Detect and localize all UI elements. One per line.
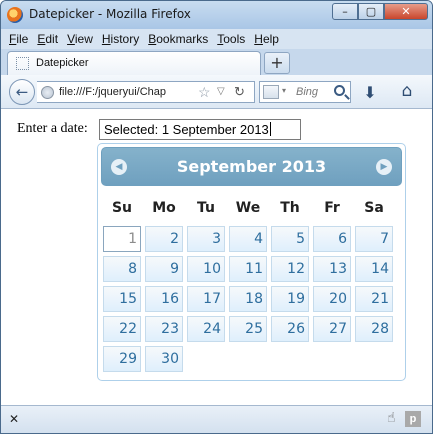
weekday-tu: Tu <box>197 200 215 216</box>
menu-edit[interactable]: Edit <box>37 29 58 49</box>
menu-view[interactable]: View <box>67 29 93 49</box>
home-icon[interactable]: ⌂ <box>397 81 417 101</box>
search-engine-dropdown-icon[interactable]: ▾ <box>282 86 286 95</box>
weekday-row: Su Mo Tu We Th Fr Sa <box>101 186 402 226</box>
calendar-day[interactable]: 8 <box>103 256 141 282</box>
maximize-button[interactable]: ▢ <box>358 3 384 20</box>
browser-window: Datepicker - Mozilla Firefox – ▢ ✕ File … <box>0 0 433 434</box>
datepicker-header: ◀ September 2013 ▶ <box>101 147 402 186</box>
calendar-day[interactable]: 5 <box>271 226 309 252</box>
calendar-day[interactable]: 20 <box>313 286 351 312</box>
search-input[interactable]: Bing <box>296 86 318 98</box>
close-button[interactable]: ✕ <box>384 3 428 20</box>
new-tab-button[interactable]: + <box>264 52 290 74</box>
calendar-day[interactable]: 26 <box>271 316 309 342</box>
weekday-sa: Sa <box>364 200 384 216</box>
search-engine-icon[interactable] <box>263 85 279 99</box>
reload-icon[interactable]: ↻ <box>234 84 245 100</box>
weekday-su: Su <box>111 200 133 216</box>
menu-tools[interactable]: Tools <box>217 29 245 49</box>
calendar-day[interactable]: 7 <box>355 226 393 252</box>
page-icon <box>16 57 29 70</box>
calendar-day[interactable]: 10 <box>187 256 225 282</box>
bookmark-star-icon[interactable]: ☆ <box>198 84 211 101</box>
navigation-bar: ← file:///F:/jqueryui/Chap ☆ ▽ ↻ ▾ Bing … <box>1 75 432 109</box>
calendar-day[interactable]: 17 <box>187 286 225 312</box>
back-button[interactable]: ← <box>9 79 35 105</box>
date-label: Enter a date: <box>17 121 88 136</box>
weekday-we: We <box>235 200 261 216</box>
download-icon[interactable]: ⬇ <box>361 83 379 102</box>
calendar-day[interactable]: 23 <box>145 316 183 342</box>
calendar-day[interactable]: 15 <box>103 286 141 312</box>
hand-pointer-icon: ☝ <box>387 410 396 426</box>
calendar-day[interactable]: 30 <box>145 346 183 372</box>
url-bar[interactable]: file:///F:/jqueryui/Chap ☆ ▽ ↻ <box>37 81 255 103</box>
menu-file[interactable]: File <box>9 29 28 49</box>
calendar-day[interactable]: 16 <box>145 286 183 312</box>
date-input[interactable]: Selected: 1 September 2013 <box>99 119 301 140</box>
calendar-day[interactable]: 24 <box>187 316 225 342</box>
weekday-th: Th <box>280 200 300 216</box>
menu-help[interactable]: Help <box>254 29 279 49</box>
globe-icon <box>41 86 54 99</box>
calendar-day[interactable]: 25 <box>229 316 267 342</box>
calendar-day[interactable]: 12 <box>271 256 309 282</box>
tab-datepicker[interactable]: Datepicker <box>7 51 261 75</box>
calendar-day[interactable]: 29 <box>103 346 141 372</box>
title-bar: Datepicker - Mozilla Firefox – ▢ ✕ <box>1 1 432 29</box>
url-dropdown-icon[interactable]: ▽ <box>217 86 225 97</box>
status-bar: ✕ ☝ p <box>1 405 432 433</box>
calendar-grid: 1 2 3 4 5 6 7 8 9 10 11 12 13 14 15 16 17 18 19 20 21 22 23 24 2… <box>101 226 402 376</box>
calendar-day[interactable]: 22 <box>103 316 141 342</box>
calendar-day[interactable]: 1 <box>103 226 141 252</box>
close-addon-bar-icon[interactable]: ✕ <box>9 412 19 426</box>
addon-icon[interactable]: p <box>405 411 421 427</box>
calendar-day[interactable]: 4 <box>229 226 267 252</box>
text-caret <box>269 122 271 136</box>
calendar-day[interactable]: 6 <box>313 226 351 252</box>
firefox-logo-icon <box>7 7 23 23</box>
calendar-day[interactable]: 9 <box>145 256 183 282</box>
tab-label: Datepicker <box>36 57 89 69</box>
minimize-button[interactable]: – <box>332 3 358 20</box>
url-text[interactable]: file:///F:/jqueryui/Chap <box>59 86 199 98</box>
calendar-day[interactable]: 19 <box>271 286 309 312</box>
page-content: Enter a date: Selected: 1 September 2013… <box>1 109 432 405</box>
calendar-day[interactable]: 2 <box>145 226 183 252</box>
menu-history[interactable]: History <box>102 29 139 49</box>
calendar-day[interactable]: 11 <box>229 256 267 282</box>
calendar-day[interactable]: 13 <box>313 256 351 282</box>
menu-bookmarks[interactable]: Bookmarks <box>148 29 208 49</box>
menu-bar: File Edit View History Bookmarks Tools H… <box>1 29 432 49</box>
calendar-day[interactable]: 27 <box>313 316 351 342</box>
datepicker-title: September 2013 <box>176 157 327 176</box>
calendar-day[interactable]: 14 <box>355 256 393 282</box>
calendar-day[interactable]: 28 <box>355 316 393 342</box>
search-icon[interactable] <box>334 85 345 96</box>
weekday-mo: Mo <box>152 200 176 216</box>
calendar-day[interactable]: 3 <box>187 226 225 252</box>
window-title: Datepicker - Mozilla Firefox <box>29 7 191 21</box>
datepicker-popup: ◀ September 2013 ▶ Su Mo Tu We Th Fr Sa 123456… <box>97 143 406 381</box>
tab-bar: Datepicker + <box>1 49 432 75</box>
window-controls: – ▢ ✕ <box>332 3 428 20</box>
calendar-day[interactable]: 21 <box>355 286 393 312</box>
next-month-icon[interactable]: ▶ <box>376 159 392 175</box>
search-bar[interactable]: ▾ Bing <box>259 81 351 103</box>
calendar-day[interactable]: 18 <box>229 286 267 312</box>
weekday-fr: Fr <box>324 200 340 216</box>
